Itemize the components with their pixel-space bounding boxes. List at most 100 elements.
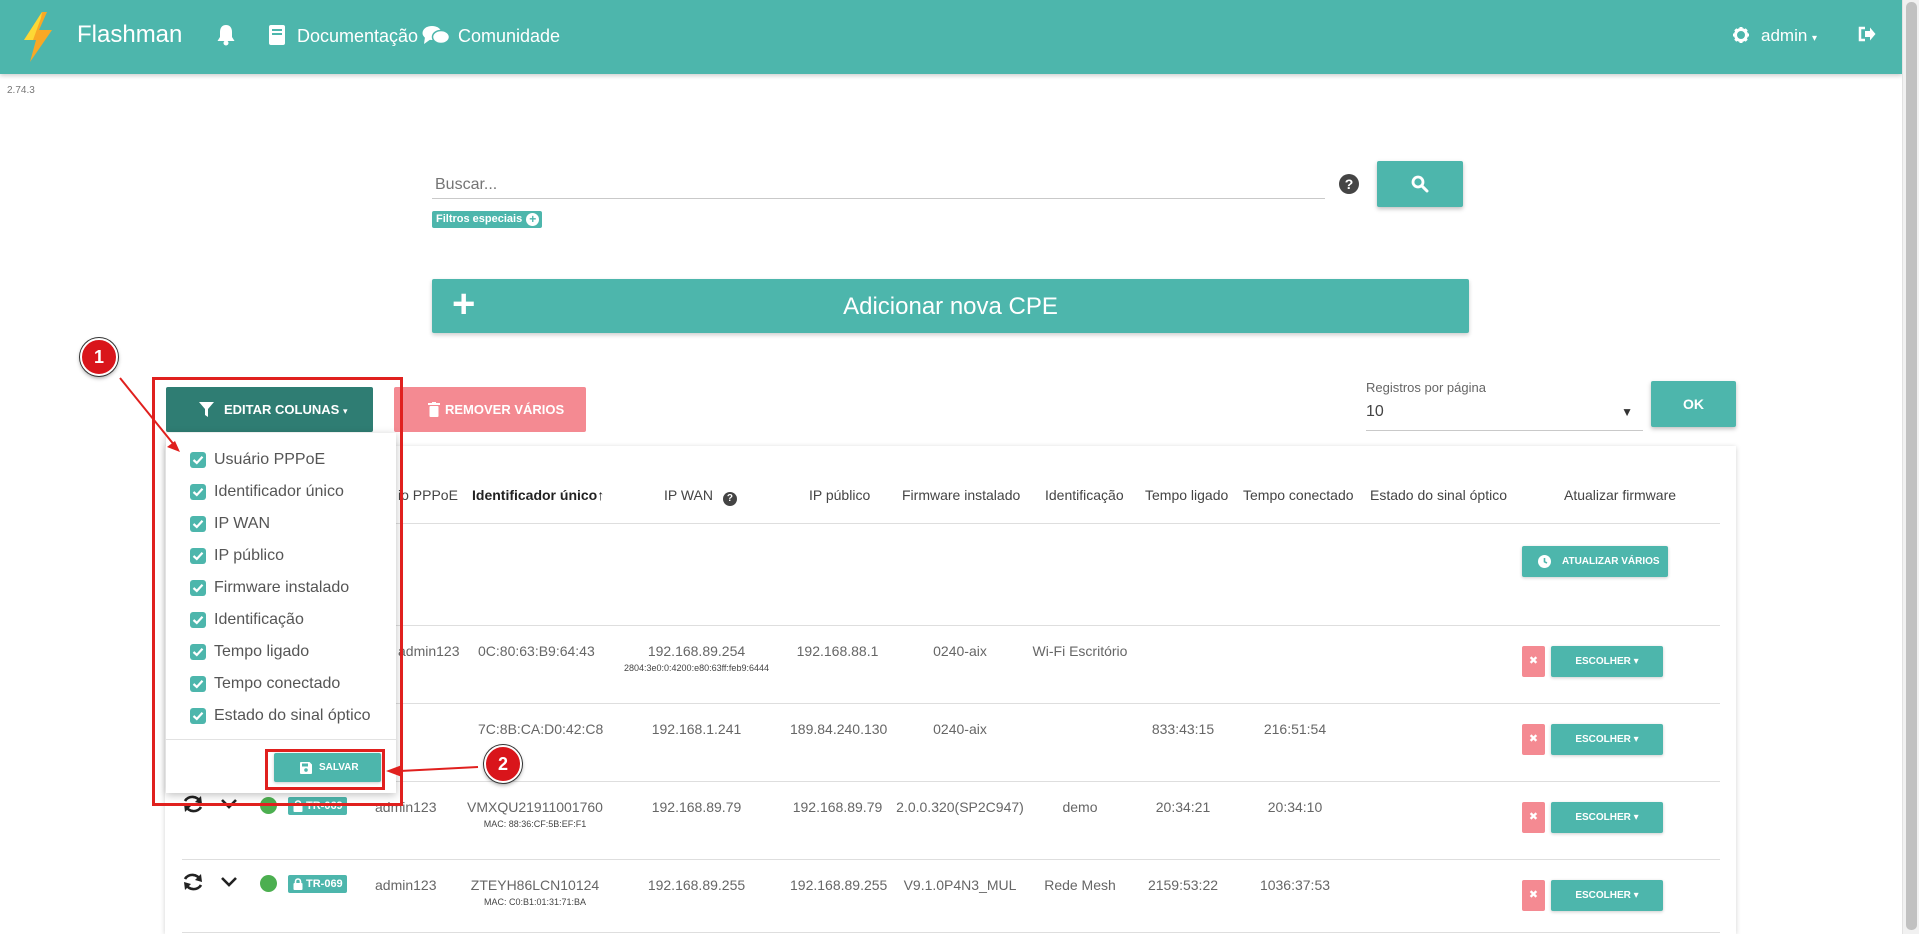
row-divider: [182, 859, 1720, 860]
cell-unique-id: VMXQU21911001760: [467, 799, 603, 815]
search-input[interactable]: [432, 172, 1325, 199]
comments-icon: [422, 26, 450, 45]
add-cpe-button[interactable]: + Adicionar nova CPE: [432, 279, 1469, 333]
records-per-page-value: 10: [1366, 403, 1384, 420]
clock-icon: [1538, 555, 1551, 568]
search-icon: [1411, 175, 1429, 193]
th-ip-wan[interactable]: IP WAN ?: [664, 487, 737, 506]
row-divider: [182, 781, 1720, 782]
cell-connected-time: 216:51:54: [1263, 721, 1327, 737]
app-version: 2.74.3: [7, 85, 35, 96]
page-scrollbar[interactable]: [1902, 0, 1919, 934]
choose-label: ESCOLHER: [1575, 656, 1631, 667]
cell-unique-id: ZTEYH86LCN10124: [470, 877, 600, 893]
remove-device-button[interactable]: ✖: [1522, 802, 1545, 833]
choose-label: ESCOLHER: [1575, 812, 1631, 823]
th-pppoe-user[interactable]: io PPPoE: [398, 487, 458, 503]
annotation-highlight-save: [265, 749, 385, 790]
remove-device-button[interactable]: ✖: [1522, 724, 1545, 755]
cell-public-ip: 189.84.240.130: [790, 721, 888, 737]
online-status-dot: [260, 875, 277, 892]
lock-icon: [293, 878, 303, 890]
user-name: admin: [1761, 26, 1808, 45]
chevron-down-icon[interactable]: [221, 877, 237, 887]
cell-firmware: 0240-aix: [933, 643, 987, 659]
caret-down-icon: ▼: [1621, 405, 1633, 419]
th-ip-wan-label: IP WAN: [664, 487, 714, 503]
caret-down-icon: ▾: [1633, 812, 1639, 823]
book-icon: [269, 25, 285, 45]
cell-firmware: 0240-aix: [933, 721, 987, 737]
cell-ip-wan: 192.168.89.79: [651, 799, 742, 815]
cell-public-ip: 192.168.89.255: [790, 877, 888, 893]
choose-firmware-button[interactable]: ESCOLHER ▾: [1551, 880, 1663, 911]
cell-connected-time: 1036:37:53: [1259, 877, 1331, 893]
th-public-ip[interactable]: IP público: [809, 487, 870, 503]
remove-many-button[interactable]: REMOVER VÁRIOS: [394, 387, 586, 432]
choose-firmware-button[interactable]: ESCOLHER ▾: [1551, 646, 1663, 677]
bell-icon[interactable]: [216, 24, 236, 46]
gear-icon[interactable]: [1733, 27, 1749, 43]
cell-ip-wan: 192.168.1.241: [651, 721, 742, 737]
brand-name[interactable]: Flashman: [77, 22, 182, 48]
cell-unique-id: 0C:80:63:B9:64:43: [478, 643, 595, 659]
row-divider: [182, 932, 1720, 933]
caret-down-icon: ▾: [1633, 734, 1639, 745]
caret-down-icon: ▾: [1633, 890, 1639, 901]
cell-uptime: 2159:53:22: [1147, 877, 1219, 893]
records-per-page-label: Registros por página: [1366, 380, 1486, 395]
cell-ip-wan: 192.168.89.254: [647, 643, 746, 659]
user-menu[interactable]: admin ▾: [1761, 26, 1817, 49]
question-circle-icon[interactable]: ?: [722, 492, 737, 506]
th-update-firmware: Atualizar firmware: [1564, 487, 1677, 503]
search-help-icon[interactable]: ?: [1339, 174, 1359, 194]
choose-firmware-button[interactable]: ESCOLHER ▾: [1551, 724, 1663, 755]
th-firmware[interactable]: Firmware instalado: [902, 487, 1020, 503]
remove-device-button[interactable]: ✖: [1522, 880, 1545, 911]
nav-documentation-link[interactable]: Documentação: [297, 26, 418, 46]
ok-button[interactable]: OK: [1651, 381, 1736, 427]
choose-label: ESCOLHER: [1575, 890, 1631, 901]
th-uptime[interactable]: Tempo ligado: [1145, 487, 1228, 503]
cell-pppoe-user: admin123: [375, 877, 437, 893]
add-cpe-label: Adicionar nova CPE: [843, 293, 1058, 320]
row-divider: [182, 703, 1720, 704]
th-optical-signal[interactable]: Estado do sinal óptico: [1370, 487, 1507, 503]
update-many-label: ATUALIZAR VÁRIOS: [1562, 556, 1660, 567]
cell-connected-time: 20:34:10: [1267, 799, 1323, 815]
cell-public-ip: 192.168.88.1: [796, 643, 879, 659]
table-header-divider: [182, 523, 1720, 524]
remove-many-label: REMOVER VÁRIOS: [445, 402, 565, 417]
cell-firmware: V9.1.0P4N3_MUL: [903, 877, 1017, 893]
cell-unique-id: 7C:8B:CA:D0:42:C8: [478, 721, 604, 737]
cell-pppoe-user: admin123: [398, 643, 460, 659]
sync-icon[interactable]: [182, 873, 204, 891]
annotation-marker-1: 1: [80, 338, 118, 376]
special-filters-label: Filtros especiais: [436, 213, 523, 225]
trash-icon: [428, 402, 440, 417]
th-unique-id[interactable]: Identificador único↑: [472, 487, 604, 503]
special-filters-chip[interactable]: Filtros especiais +: [432, 211, 543, 228]
logout-icon[interactable]: [1858, 26, 1876, 42]
scrollbar-thumb[interactable]: [1906, 2, 1917, 930]
th-identification[interactable]: Identificação: [1045, 487, 1124, 503]
cell-identification: demo: [1062, 799, 1098, 815]
tr069-label: TR-069: [306, 878, 343, 890]
cell-unique-id-mac: MAC: 88:36:CF:5B:EF:F1: [483, 819, 587, 829]
search-button[interactable]: [1377, 161, 1463, 207]
nav-community-link[interactable]: Comunidade: [458, 26, 560, 46]
caret-down-icon: ▾: [1812, 33, 1818, 44]
records-per-page-select[interactable]: 10 ▼: [1366, 396, 1643, 431]
cell-public-ip: 192.168.89.79: [792, 799, 883, 815]
choose-firmware-button[interactable]: ESCOLHER ▾: [1551, 802, 1663, 833]
cell-identification: Rede Mesh: [1044, 877, 1116, 893]
th-connected-time[interactable]: Tempo conectado: [1243, 487, 1354, 503]
flashman-logo-icon[interactable]: [20, 10, 56, 64]
choose-label: ESCOLHER: [1575, 734, 1631, 745]
remove-device-button[interactable]: ✖: [1522, 646, 1545, 677]
cell-unique-id-mac: MAC: C0:B1:01:31:71:BA: [483, 897, 587, 907]
cell-identification: Wi-Fi Escritório: [1032, 643, 1128, 659]
tr069-badge: TR-069: [288, 875, 347, 893]
cell-firmware: 2.0.0.320(SP2C947): [896, 799, 1024, 815]
update-many-button[interactable]: ATUALIZAR VÁRIOS: [1522, 546, 1668, 577]
